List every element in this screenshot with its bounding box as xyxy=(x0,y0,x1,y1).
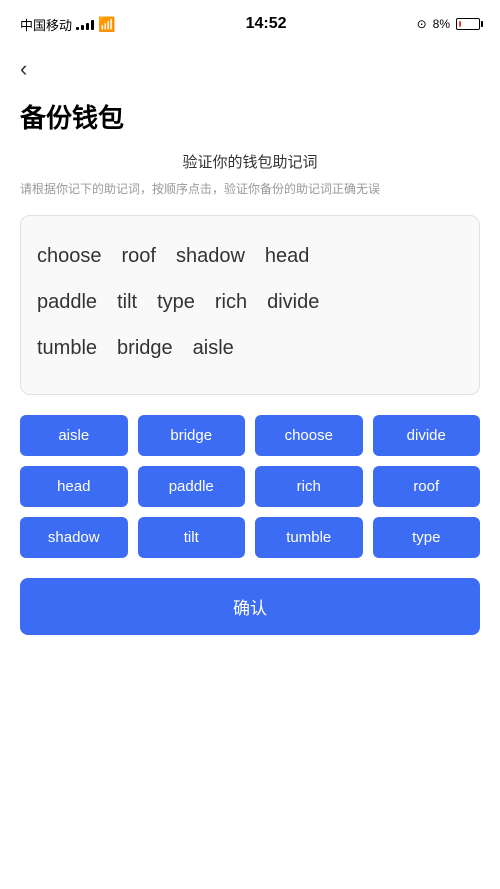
word-btn-bridge[interactable]: bridge xyxy=(138,415,246,456)
display-word-bridge: bridge xyxy=(117,328,173,368)
status-bar: 中国移动 📶 14:52 ⊙ 8% xyxy=(0,0,500,44)
word-display-box: choose roof shadow head paddle tilt type… xyxy=(20,215,480,395)
display-word-choose: choose xyxy=(37,236,102,276)
status-left: 中国移动 📶 xyxy=(20,15,115,34)
word-row-2: paddle tilt type rich divide xyxy=(37,282,463,322)
word-btn-type[interactable]: type xyxy=(373,517,481,558)
word-btn-roof[interactable]: roof xyxy=(373,466,481,507)
status-right: ⊙ 8% xyxy=(417,17,480,31)
word-btn-tilt[interactable]: tilt xyxy=(138,517,246,558)
word-btn-choose[interactable]: choose xyxy=(255,415,363,456)
instruction-section: 验证你的钱包助记词 请根据你记下的助记词，按顺序点击，验证你备份的助记词正确无误 xyxy=(0,151,500,215)
display-word-aisle: aisle xyxy=(193,328,234,368)
display-word-roof: roof xyxy=(122,236,156,276)
instruction-description: 请根据你记下的助记词，按顺序点击，验证你备份的助记词正确无误 xyxy=(20,180,480,199)
word-btn-aisle[interactable]: aisle xyxy=(20,415,128,456)
word-grid: aisle bridge choose divide head paddle r… xyxy=(20,415,480,558)
display-word-tilt: tilt xyxy=(117,282,137,322)
word-btn-tumble[interactable]: tumble xyxy=(255,517,363,558)
instruction-title: 验证你的钱包助记词 xyxy=(20,151,480,172)
back-arrow-icon: ‹ xyxy=(20,56,27,81)
display-word-paddle: paddle xyxy=(37,282,97,322)
word-btn-divide[interactable]: divide xyxy=(373,415,481,456)
status-time: 14:52 xyxy=(246,15,287,33)
display-word-head: head xyxy=(265,236,310,276)
battery-percent: 8% xyxy=(433,17,450,31)
back-button[interactable]: ‹ xyxy=(0,44,500,90)
signal-strength-icon: ⊙ xyxy=(417,17,427,31)
display-word-shadow: shadow xyxy=(176,236,245,276)
word-btn-head[interactable]: head xyxy=(20,466,128,507)
signal-icon xyxy=(76,18,94,30)
display-word-tumble: tumble xyxy=(37,328,97,368)
word-btn-paddle[interactable]: paddle xyxy=(138,466,246,507)
confirm-button[interactable]: 确认 xyxy=(20,578,480,635)
battery-icon xyxy=(456,18,480,30)
carrier-label: 中国移动 xyxy=(20,15,72,34)
wifi-icon: 📶 xyxy=(98,16,115,33)
word-row-3: tumble bridge aisle xyxy=(37,328,463,368)
display-word-rich: rich xyxy=(215,282,247,322)
word-row-1: choose roof shadow head xyxy=(37,236,463,276)
word-btn-shadow[interactable]: shadow xyxy=(20,517,128,558)
word-buttons-section: aisle bridge choose divide head paddle r… xyxy=(0,415,500,655)
display-word-type: type xyxy=(157,282,195,322)
word-btn-rich[interactable]: rich xyxy=(255,466,363,507)
page-title: 备份钱包 xyxy=(0,90,500,151)
display-word-divide: divide xyxy=(267,282,319,322)
